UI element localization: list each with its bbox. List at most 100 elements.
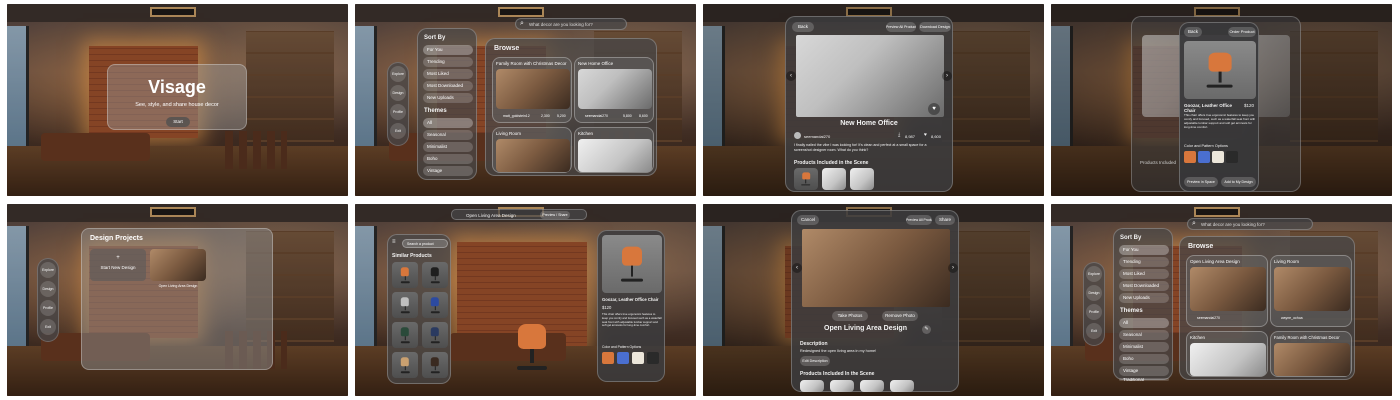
nav-exit[interactable]: Exit [40, 319, 56, 335]
design-title: New Home Office [840, 120, 898, 127]
menu-icon[interactable]: ≡ [392, 239, 396, 245]
search-bar[interactable]: ⌕ What decor are you looking for? [515, 18, 627, 30]
take-photos-button[interactable]: Take Photos [832, 311, 868, 321]
themes-heading: Themes [1120, 308, 1143, 314]
swatch-orange[interactable] [1184, 151, 1196, 163]
sort-most-liked[interactable]: Most Liked [423, 69, 473, 79]
ornament-nav: Explore Design Profile Exit [387, 62, 409, 146]
sort-most-downloaded[interactable]: Most Downloaded [1119, 281, 1169, 291]
sort-new-uploads[interactable]: New Uploads [1119, 293, 1169, 303]
product-thumb[interactable] [822, 168, 846, 190]
edit-description-button[interactable]: Edit Description [800, 356, 830, 366]
chevron-right-icon[interactable]: › [942, 71, 952, 81]
product-thumb[interactable] [860, 380, 884, 392]
similar-product[interactable] [392, 352, 418, 378]
swatch-black[interactable] [647, 352, 659, 364]
product-search[interactable]: Search a product [402, 239, 448, 248]
theme-traditional[interactable]: Traditional [1119, 378, 1169, 381]
theme-seasonal[interactable]: Seasonal [1119, 330, 1169, 340]
cancel-button[interactable]: Cancel [797, 215, 819, 225]
nav-explore[interactable]: Explore [1086, 266, 1102, 282]
chevron-left-icon[interactable]: ‹ [786, 71, 796, 81]
product-thumb[interactable] [890, 380, 914, 392]
product-window: Back Order Product Goozar, Leather Offic… [1179, 22, 1259, 192]
chevron-left-icon[interactable]: ‹ [792, 263, 802, 273]
back-button[interactable]: Back [1184, 27, 1202, 37]
swatch-black[interactable] [1226, 151, 1238, 163]
sort-for-you[interactable]: For You [1119, 245, 1169, 255]
theme-all[interactable]: All [1119, 318, 1169, 328]
heart-icon[interactable]: ♥ [928, 103, 940, 115]
theme-vintage[interactable]: Vintage [423, 166, 473, 176]
design-card[interactable]: New Home Office seemandai270 5,800 8,600 [574, 57, 654, 123]
card-title: Living Room [1274, 259, 1300, 264]
nav-exit[interactable]: Exit [1086, 323, 1102, 339]
nav-design[interactable]: Design [1086, 285, 1102, 301]
project-thumbnail[interactable] [150, 249, 206, 281]
theme-all[interactable]: All [423, 118, 473, 128]
similar-product[interactable] [422, 352, 448, 378]
search-bar[interactable]: ⌕ What decor are you looking for? [1187, 218, 1313, 230]
share-button[interactable]: Share [935, 215, 955, 225]
product-thumb[interactable] [794, 168, 818, 190]
add-to-design-button[interactable]: Add to My Design [1221, 177, 1256, 187]
design-card[interactable]: Open Living Area Design seemandai270 [1186, 255, 1268, 327]
remove-photo-button[interactable]: Remove Photo [882, 311, 918, 321]
theme-seasonal[interactable]: Seasonal [423, 130, 473, 140]
nav-explore[interactable]: Explore [40, 262, 56, 278]
preview-share-button[interactable]: Preview / Share [540, 211, 570, 219]
product-thumb[interactable] [850, 168, 874, 190]
start-button[interactable]: Start [166, 117, 190, 127]
sort-most-liked[interactable]: Most Liked [1119, 269, 1169, 279]
design-card[interactable]: Living Room [492, 127, 572, 173]
similar-product[interactable] [392, 292, 418, 318]
theme-minimalist[interactable]: Minimalist [1119, 342, 1169, 352]
edit-title-icon[interactable]: ✎ [922, 325, 931, 334]
preview-in-space-button[interactable]: Preview in Space [1184, 177, 1218, 187]
product-thumb[interactable] [800, 380, 824, 392]
swatch-blue[interactable] [1198, 151, 1210, 163]
swatch-blue[interactable] [617, 352, 629, 364]
like-icon: ♥ [924, 132, 927, 138]
nav-explore[interactable]: Explore [390, 66, 406, 82]
theme-boho[interactable]: Boho [423, 154, 473, 164]
placed-chair[interactable] [515, 324, 549, 370]
order-product-button[interactable]: Order Product [1228, 27, 1256, 37]
similar-product[interactable] [422, 322, 448, 348]
nav-profile[interactable]: Profile [390, 104, 406, 120]
nav-profile[interactable]: Profile [1086, 304, 1102, 320]
download-design-button[interactable]: Download Design [919, 22, 951, 32]
similar-product[interactable] [392, 322, 418, 348]
sort-trending[interactable]: Trending [423, 57, 473, 67]
card-user: seemandai270 [585, 114, 608, 118]
sort-for-you[interactable]: For You [423, 45, 473, 55]
chevron-right-icon[interactable]: › [948, 263, 958, 273]
similar-product[interactable] [422, 292, 448, 318]
nav-exit[interactable]: Exit [390, 123, 406, 139]
sort-new-uploads[interactable]: New Uploads [423, 93, 473, 103]
product-thumb[interactable] [830, 380, 854, 392]
back-button[interactable]: Back [792, 22, 814, 32]
design-card[interactable]: Kitchen [574, 127, 654, 173]
preview-all-button[interactable]: Preview All Products [906, 215, 932, 225]
nav-design[interactable]: Design [40, 281, 56, 297]
similar-product[interactable] [422, 262, 448, 288]
similar-products-window: ≡ Search a product Similar Products [387, 234, 451, 384]
theme-vintage[interactable]: Vintage [1119, 366, 1169, 376]
design-card[interactable]: Family Room with Christmas Decor [1270, 331, 1352, 377]
design-card[interactable]: Family Room with Christmas Decor matt_go… [492, 57, 572, 123]
sort-most-downloaded[interactable]: Most Downloaded [423, 81, 473, 91]
swatch-cream[interactable] [1212, 151, 1224, 163]
design-card[interactable]: Kitchen [1186, 331, 1268, 377]
swatch-cream[interactable] [632, 352, 644, 364]
sort-trending[interactable]: Trending [1119, 257, 1169, 267]
theme-minimalist[interactable]: Minimalist [423, 142, 473, 152]
design-card[interactable]: Living Room wayne_ochoa [1270, 255, 1352, 327]
nav-profile[interactable]: Profile [40, 300, 56, 316]
similar-product[interactable] [392, 262, 418, 288]
preview-all-button[interactable]: Preview All Products [886, 22, 916, 32]
swatch-orange[interactable] [602, 352, 614, 364]
theme-boho[interactable]: Boho [1119, 354, 1169, 364]
nav-design[interactable]: Design [390, 85, 406, 101]
new-design-tile[interactable]: + Start New Design [90, 249, 146, 281]
